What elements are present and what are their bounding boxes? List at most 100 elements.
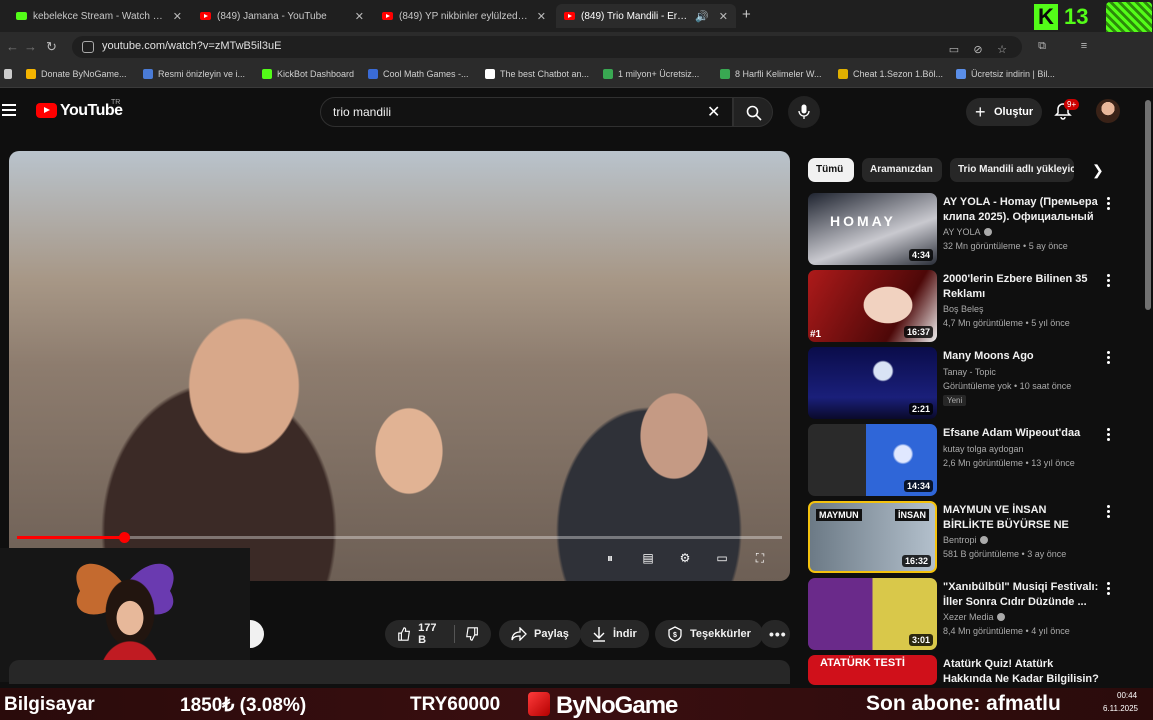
fullscreen-icon[interactable]: ⛶ — [751, 551, 769, 567]
new-tab-button[interactable]: + — [742, 6, 751, 23]
channel-name[interactable]: Boş Beleş — [943, 304, 984, 314]
video-thumbnail[interactable]: #1 16:37 — [808, 270, 937, 342]
create-button[interactable]: Oluştur — [966, 98, 1042, 126]
dislike-icon[interactable] — [465, 626, 479, 642]
like-count[interactable]: 177 B — [418, 622, 444, 646]
video-thumbnail[interactable]: 3:01 — [808, 578, 937, 650]
description-box[interactable] — [9, 660, 790, 684]
search-input[interactable]: trio mandili ✕ — [320, 97, 733, 127]
recommendation-item[interactable]: MAYMUN İNSAN 16:32 MAYMUN VE İNSAN BİRLİ… — [808, 501, 1133, 573]
bookmark-item[interactable]: Ücretsiz indirin | Bil... — [956, 69, 1055, 79]
cast-icon[interactable]: ▭ — [948, 44, 960, 56]
tab-kick-stream[interactable]: kebelekce Stream - Watch Live ✕ — [8, 4, 190, 28]
tab-label: kebelekce Stream - Watch Live — [33, 10, 167, 22]
site-info-icon[interactable] — [82, 41, 94, 53]
video-title[interactable]: AY YOLA - Homay (Премьера клипа 2025). О… — [943, 195, 1100, 225]
video-thumbnail[interactable]: MAYMUN İNSAN 16:32 — [808, 501, 937, 573]
page-scrollbar[interactable] — [1145, 88, 1153, 688]
share-button[interactable]: Paylaş — [499, 620, 581, 648]
chip-from-search[interactable]: Aramanızdan — [862, 158, 942, 182]
recommendation-item[interactable]: 3:01 "Xanıbülbül" Musiqi Festivalı: İlle… — [808, 578, 1133, 650]
bookmark-item[interactable]: 1 milyon+ Ücretsiz... — [603, 69, 699, 79]
video-meta: Görüntüleme yok • 10 saat önce — [943, 381, 1072, 391]
recommendation-item[interactable]: #1 16:37 2000'lerin Ezbere Bilinen 35 Re… — [808, 270, 1133, 342]
more-actions-button[interactable]: ••• — [760, 620, 790, 648]
video-title[interactable]: Atatürk Quiz! Atatürk Hakkında Ne Kadar … — [943, 657, 1100, 685]
kick-icon — [16, 12, 27, 20]
autoplay-toggle-icon[interactable]: ⏸ — [601, 551, 619, 567]
video-title[interactable]: Efsane Adam Wipeout'daa — [943, 426, 1100, 441]
reload-icon[interactable]: ↻ — [46, 39, 57, 55]
url-field[interactable]: youtube.com/watch?v=zMTwB5il3uE ▭ ⊘ ☆ — [72, 36, 1022, 58]
more-options-icon[interactable] — [1105, 351, 1111, 367]
thanks-button[interactable]: $ Teşekkürler — [655, 620, 763, 648]
video-title[interactable]: Many Moons Ago — [943, 349, 1100, 364]
video-title[interactable]: 2000'lerin Ezbere Bilinen 35 Reklamı — [943, 272, 1100, 302]
subscribe-button-edge[interactable] — [250, 620, 264, 648]
subtitles-icon[interactable]: ▤ — [639, 551, 657, 567]
theater-mode-icon[interactable]: ▭ — [713, 551, 731, 567]
youtube-logo-icon[interactable] — [36, 103, 57, 118]
close-icon[interactable]: ✕ — [719, 10, 728, 23]
recommendation-item[interactable]: HOMAY 4:34 AY YOLA - Homay (Премьера кли… — [808, 193, 1133, 265]
bookmark-item[interactable]: Cheat 1.Sezon 1.Böl... — [838, 69, 943, 79]
more-options-icon[interactable] — [1105, 274, 1111, 290]
eye-off-icon[interactable]: ⊘ — [972, 44, 984, 56]
bookmark-item[interactable]: KickBot Dashboard — [262, 69, 354, 79]
bookmark-item[interactable]: 8 Harfli Kelimeler W... — [720, 69, 822, 79]
channel-name[interactable]: Xezer Media — [943, 612, 1005, 622]
back-icon[interactable]: ← — [6, 39, 19, 54]
video-thumbnail[interactable]: 14:34 — [808, 424, 937, 496]
bookmark-icon — [143, 69, 153, 79]
like-icon[interactable] — [397, 626, 411, 642]
recommendation-item[interactable]: 2:21 Many Moons Ago Tanay - Topic Görünt… — [808, 347, 1133, 419]
bookmark-item[interactable]: Cool Math Games -... — [368, 69, 469, 79]
channel-name[interactable]: AY YOLA — [943, 227, 992, 237]
search-button[interactable] — [733, 97, 773, 127]
more-options-icon[interactable] — [1105, 505, 1111, 521]
video-title[interactable]: "Xanıbülbül" Musiqi Festivalı: İller Son… — [943, 580, 1100, 610]
channel-name[interactable]: kutay tolga aydogan — [943, 444, 1024, 454]
hamburger-menu-icon[interactable] — [2, 104, 16, 116]
player-scrubber[interactable] — [119, 532, 131, 543]
video-thumbnail[interactable]: 2:21 — [808, 347, 937, 419]
video-player[interactable]: ⏸ ▤ ⚙ ▭ ⛶ — [9, 151, 790, 581]
tab-trio-mandili[interactable]: (849) Trio Mandili - Erti nak 🔊 ✕ — [556, 4, 736, 28]
star-icon[interactable]: ☆ — [996, 44, 1008, 56]
tab-nikbinler[interactable]: (849) YP nikbinler eylülzede - Y ✕ — [374, 4, 554, 28]
player-progress-track[interactable] — [17, 532, 782, 543]
video-title[interactable]: MAYMUN VE İNSAN BİRLİKTE BÜYÜRSE NE OLUR… — [943, 503, 1100, 533]
more-options-icon[interactable] — [1105, 428, 1111, 444]
more-options-icon[interactable] — [1105, 582, 1111, 598]
speaker-icon[interactable]: 🔊 — [695, 10, 709, 23]
recommendation-item[interactable]: 14:34 Efsane Adam Wipeout'daa kutay tolg… — [808, 424, 1133, 496]
chevron-right-icon[interactable]: ❯ — [1092, 162, 1104, 179]
bookmark-item[interactable]: Resmi önizleyin ve i... — [143, 69, 245, 79]
bookmark-item[interactable]: The best Chatbot an... — [485, 69, 589, 79]
more-options-icon[interactable] — [1105, 197, 1111, 213]
video-thumbnail[interactable]: HOMAY 4:34 — [808, 193, 937, 265]
tab-jamana[interactable]: (849) Jamana - YouTube ✕ — [192, 4, 372, 28]
bookmark-item[interactable] — [4, 69, 17, 79]
forward-icon[interactable]: → — [24, 39, 37, 54]
channel-name[interactable]: Bentropi — [943, 535, 988, 545]
voice-search-button[interactable] — [788, 96, 820, 128]
chip-all[interactable]: Tümü — [808, 158, 854, 182]
recommendation-item[interactable]: ATATÜRK TESTİ Atatürk Quiz! Atatürk Hakk… — [808, 655, 1133, 685]
bookmark-item[interactable]: Donate ByNoGame... — [26, 69, 127, 79]
close-icon[interactable]: ✕ — [355, 10, 364, 23]
close-icon[interactable]: ✕ — [537, 10, 546, 23]
verified-icon — [996, 613, 1005, 621]
account-avatar[interactable] — [1096, 99, 1120, 123]
extensions-icon[interactable]: ⧉ — [1036, 40, 1048, 52]
settings-gear-icon[interactable]: ⚙ — [676, 551, 694, 567]
clear-search-icon[interactable]: ✕ — [707, 102, 720, 122]
thanks-label: Teşekkürler — [690, 628, 751, 640]
chip-uploader[interactable]: Trio Mandili adlı yükleyici — [950, 158, 1074, 182]
youtube-header: YouTube TR trio mandili ✕ Oluştur 9+ — [0, 88, 1153, 136]
download-button[interactable]: İndir — [580, 620, 649, 648]
media-icon[interactable]: ≡ — [1078, 40, 1090, 52]
channel-name[interactable]: Tanay - Topic — [943, 367, 996, 377]
video-thumbnail[interactable]: ATATÜRK TESTİ — [808, 655, 937, 685]
close-icon[interactable]: ✕ — [173, 10, 182, 23]
